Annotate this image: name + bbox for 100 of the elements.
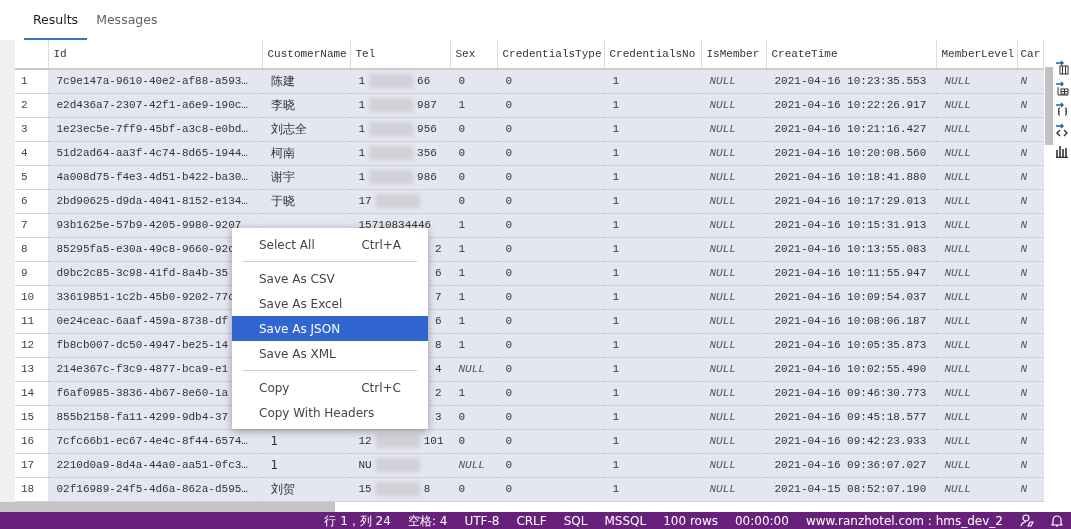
column-header[interactable]: CustomerName <box>262 40 350 69</box>
column-header[interactable]: CreateTime <box>766 40 936 69</box>
table-cell: 0 <box>497 117 604 141</box>
cell-text: 356 <box>417 146 437 159</box>
table-cell: 1 <box>604 429 701 453</box>
status-item[interactable]: 100 rows <box>663 511 718 529</box>
status-item[interactable]: www.ranzhotel.com : hms_dev_2 <box>805 511 1003 529</box>
cell-text: 986 <box>417 170 437 183</box>
table-cell: NULL <box>936 357 1017 381</box>
table-cell: 1 <box>262 453 350 477</box>
row-number: 13 <box>15 357 48 381</box>
table-cell: 0 <box>497 453 604 477</box>
table-cell: N <box>1017 213 1043 237</box>
table-cell: 1 <box>604 405 701 429</box>
table-cell: 2021-04-16 10:15:31.913 <box>766 213 936 237</box>
cell-text: NU <box>358 458 372 471</box>
table-cell: 1 <box>604 69 701 93</box>
table-cell: N <box>1017 237 1043 261</box>
table-cell: N <box>1017 405 1043 429</box>
scrollbar-thumb[interactable] <box>1045 67 1053 145</box>
column-header[interactable]: Car <box>1017 40 1043 69</box>
bar-chart-icon[interactable] <box>1055 144 1069 158</box>
table-cell: 0 <box>497 141 604 165</box>
table-cell: NULL <box>936 213 1017 237</box>
table-cell: 2021-04-16 10:13:55.083 <box>766 237 936 261</box>
table-cell: 0 <box>497 285 604 309</box>
table-cell: NULL <box>936 381 1017 405</box>
column-header[interactable]: CredentialsType <box>497 40 604 69</box>
export-grid-icon[interactable] <box>1055 81 1069 96</box>
table-cell: 1 <box>604 309 701 333</box>
row-number: 2 <box>15 93 48 117</box>
table-cell: 1 <box>262 429 350 453</box>
results-tab[interactable]: Messages <box>87 11 167 40</box>
table-cell: NULL <box>701 69 766 93</box>
column-header[interactable]: Tel <box>350 40 450 69</box>
table-cell: NULL <box>701 405 766 429</box>
export-table-icon[interactable] <box>1055 60 1069 75</box>
status-item[interactable]: 空格: 4 <box>407 511 448 529</box>
table-cell: 0 <box>497 477 604 501</box>
table-cell: NULL <box>701 93 766 117</box>
status-item[interactable]: 行 1，列 24 <box>324 511 391 529</box>
table-cell: 2021-04-16 10:08:06.187 <box>766 309 936 333</box>
table-cell: NULL <box>936 453 1017 477</box>
row-number: 14 <box>15 381 48 405</box>
table-cell: 0 <box>497 261 604 285</box>
table-cell: 02f16989-24f5-4d6a-862a-d595… <box>48 477 262 501</box>
table-cell: NULL <box>936 189 1017 213</box>
status-item[interactable]: MSSQL <box>604 511 647 529</box>
row-number: 15 <box>15 405 48 429</box>
status-item[interactable]: 00:00:00 <box>734 511 789 529</box>
table-cell: 2210d0a9-8d4a-44a0-aa51-0fc3… <box>48 453 262 477</box>
cell-text: 12 <box>358 434 372 447</box>
table-cell: NULL <box>936 261 1017 285</box>
row-number: 12 <box>15 333 48 357</box>
table-cell: 2021-04-16 10:17:29.013 <box>766 189 936 213</box>
angle-brackets-icon[interactable] <box>1055 123 1069 138</box>
table-cell: 1 <box>450 309 497 333</box>
table-cell: 1 <box>450 381 497 405</box>
table-cell: NULL <box>936 285 1017 309</box>
table-cell: NULL <box>701 333 766 357</box>
table-cell: NULL <box>701 429 766 453</box>
table-cell: 2021-04-16 10:23:35.553 <box>766 69 936 93</box>
bell-icon[interactable] <box>1051 514 1063 527</box>
table-cell: NULL <box>936 141 1017 165</box>
table-cell: NULL <box>936 165 1017 189</box>
status-item[interactable]: SQL <box>563 511 588 529</box>
table-cell: NULL <box>701 189 766 213</box>
table-cell: 0 <box>497 213 604 237</box>
cell-text: 1 <box>358 98 366 111</box>
table-cell: 1 <box>604 333 701 357</box>
feedback-icon[interactable] <box>1020 514 1034 527</box>
table-cell: N <box>1017 69 1043 93</box>
column-header[interactable]: Id <box>48 40 262 69</box>
status-item[interactable]: CRLF <box>516 511 547 529</box>
table-cell: 1 <box>604 477 701 501</box>
cell-text: 1 <box>358 122 366 135</box>
column-header[interactable]: IsMember <box>701 40 766 69</box>
menu-item[interactable]: Save As JSON <box>232 316 428 341</box>
table-cell: 1 <box>604 93 701 117</box>
column-header[interactable]: CredentialsNo <box>604 40 701 69</box>
table-cell: 7c9e147a-9610-40e2-af88-a593… <box>48 69 262 93</box>
column-header[interactable]: MemberLevel <box>936 40 1017 69</box>
table-cell: N <box>1017 93 1043 117</box>
blur-patch <box>375 193 420 208</box>
cell-text: 987 <box>417 98 437 111</box>
status-item[interactable]: UTF-8 <box>464 511 500 529</box>
scrollbar-thumb[interactable] <box>0 502 335 512</box>
table-cell: N <box>1017 333 1043 357</box>
table-cell: 0 <box>450 117 497 141</box>
table-cell: 2021-04-16 09:42:23.933 <box>766 429 936 453</box>
braces-icon[interactable] <box>1055 102 1069 117</box>
table-cell: 0 <box>497 237 604 261</box>
table-cell: NULL <box>936 429 1017 453</box>
row-number: 5 <box>15 165 48 189</box>
column-header[interactable]: Sex <box>450 40 497 69</box>
row-number: 3 <box>15 117 48 141</box>
table-cell: NULL <box>450 453 497 477</box>
table-cell: 1 <box>604 189 701 213</box>
row-number: 17 <box>15 453 48 477</box>
table-cell: 1 <box>604 357 701 381</box>
